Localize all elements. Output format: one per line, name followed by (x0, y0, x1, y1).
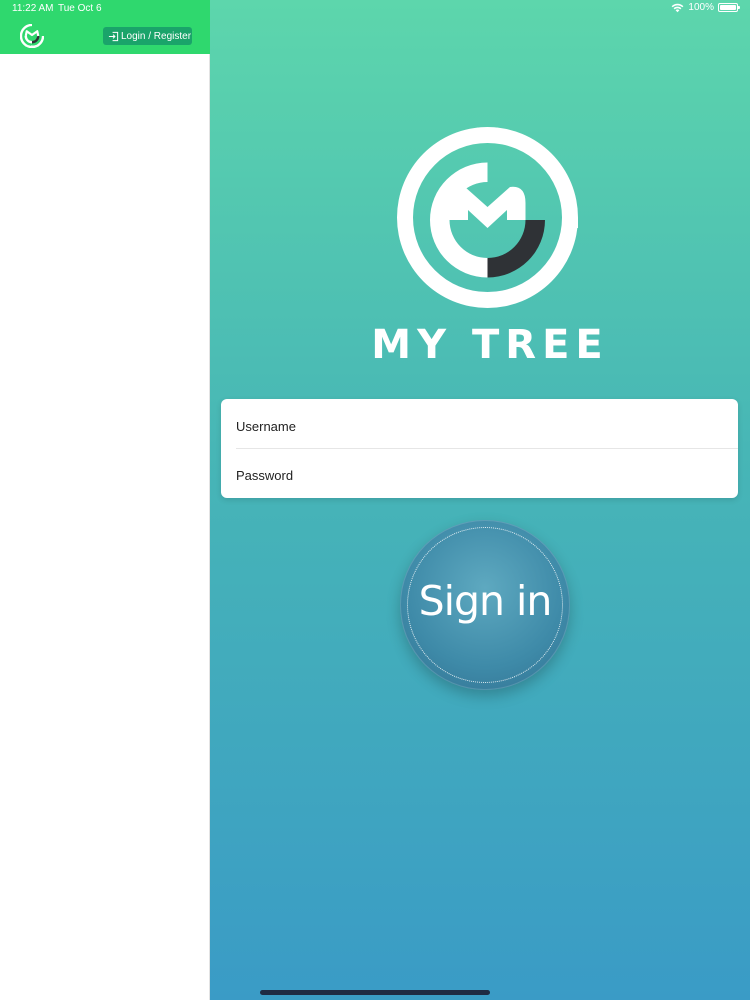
home-indicator[interactable] (260, 990, 490, 995)
screen: 11:22 AM Tue Oct 6 100% MY TREE Login / … (0, 0, 750, 1000)
my-tree-logo-icon (397, 127, 578, 308)
login-register-label: Login / Register (121, 30, 192, 42)
login-icon (108, 31, 119, 41)
status-date: Tue Oct 6 (58, 3, 102, 14)
battery-percent: 100% (688, 2, 714, 13)
app-logo-caption: MY TREE (25, 44, 39, 48)
wifi-icon (672, 3, 684, 12)
username-input[interactable] (236, 402, 726, 450)
main-panel: MY TREE Sign in (210, 0, 750, 1000)
login-form (221, 399, 738, 498)
sign-in-button[interactable]: Sign in (400, 520, 570, 690)
status-indicators: 100% (671, 2, 740, 13)
status-time: 11:22 AM (12, 3, 54, 14)
sign-in-label: Sign in (418, 577, 553, 625)
login-register-button[interactable]: Login / Register (103, 27, 192, 45)
password-input[interactable] (236, 451, 726, 498)
brand-title: MY TREE (371, 322, 609, 368)
field-divider (236, 448, 738, 449)
battery-icon (718, 3, 740, 12)
sidebar: MY TREE Login / Register (0, 0, 210, 1000)
